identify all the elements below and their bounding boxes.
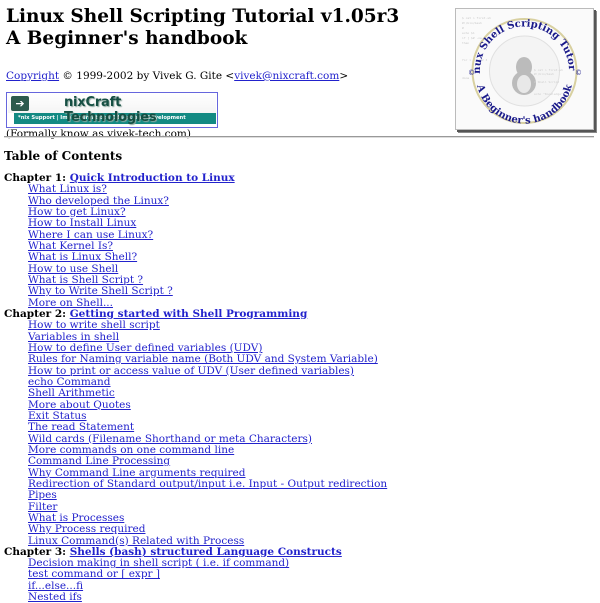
toc-item-link[interactable]: Filter [28,501,57,513]
toc-item-link[interactable]: Pipes [28,489,57,501]
toc-item-link[interactable]: echo Command [28,376,111,388]
table-of-contents: Chapter 1: Quick Introduction to Linux Wh… [4,172,387,603]
chapter-link[interactable]: Getting started with Shell Programming [70,308,308,320]
nixcraft-banner[interactable]: ➔ nixCraft Technologies *nix Support | I… [6,92,218,128]
toc-item-link[interactable]: Variables in shell [28,331,119,343]
email-suffix: > [339,70,349,82]
banner-title: nixCraft Technologies [64,95,157,125]
chapter-label: Chapter 2: [4,307,70,320]
toc-item-link[interactable]: test command or [ expr ] [28,568,160,580]
toc-item-link[interactable]: What Linux is? [28,183,107,195]
copyright-link[interactable]: Copyright [6,70,59,82]
toc-item-link[interactable]: Redirection of Standard output/input i.e… [28,478,387,490]
toc-item-link[interactable]: How to Install Linux [28,217,136,229]
toc-item-link[interactable]: Why Command Line arguments required [28,467,246,479]
toc-item-link[interactable]: How to print or access value of UDV (Use… [28,365,354,377]
svg-text:©: © [575,69,582,77]
svg-text:echo "Knowledge": echo "Knowledge" [534,92,563,96]
toc-item-link[interactable]: The read Statement [28,421,134,433]
toc-item-link[interactable]: Why to Write Shell Script ? [28,285,173,297]
toc-item-link[interactable]: How to use Shell [28,263,118,275]
svg-text:echo $1: echo $1 [462,31,475,35]
arrow-right-icon: ➔ [11,96,29,111]
chapter-link[interactable]: Shells (bash) structured Language Constr… [70,546,342,558]
toc-item-link[interactable]: What Kernel Is? [28,240,113,252]
page-header: Linux Shell Scripting Tutorial v1.05r3 A… [6,6,446,141]
horizontal-rule [4,136,594,138]
copyright-line: Copyright © 1999-2002 by Vivek G. Gite <… [6,70,446,83]
banner-top: ➔ nixCraft Technologies [8,94,216,125]
toc-item-link[interactable]: Command Line Processing [28,455,170,467]
formerly-note: (Formally know as vivek-tech.com) [6,128,191,140]
toc-item-link[interactable]: Rules for Naming variable name (Both UDV… [28,353,378,365]
chapter-label: Chapter 1: [4,172,70,184]
toc-item: Pipes [28,490,387,501]
toc-item-link[interactable]: How to define User defined variables (UD… [28,342,262,354]
toc-item-link[interactable]: More on Shell... [28,297,113,309]
svg-text:then: then [462,41,469,45]
toc-item-link[interactable]: if...else...fi [28,580,83,592]
toc-item-link[interactable]: Where I can use Linux? [28,229,153,241]
toc-item: Redirection of Standard output/input i.e… [28,478,387,490]
email-link[interactable]: vivek@nixcraft.com [234,70,339,82]
svg-text:#: # [462,26,464,30]
toc-item-link[interactable]: More commands on one command line [28,444,234,456]
toc-item-link[interactable]: More about Quotes [28,399,131,411]
title-line-2: A Beginner's handbook [6,28,248,49]
cover-seal-icon: $ cat > first.sh #!/bin/bash # echo $1 i… [456,9,582,127]
chapter-label: Chapter 3: [4,545,70,558]
svg-text:$ cat > first.sh: $ cat > first.sh [462,16,491,20]
copyright-text: © 1999-2002 by Vivek G. Gite < [59,70,235,82]
toc-item-link[interactable]: Linux Command(s) Related with Process [28,535,244,547]
toc-item-link[interactable]: Nested ifs [28,591,82,603]
svg-text:#!/bin/bash: #!/bin/bash [462,21,482,25]
toc-item-link[interactable]: Exit Status [28,410,87,422]
toc-item-link[interactable]: What is Processes [28,512,124,524]
toc-item-link[interactable]: Wild cards (Filename Shorthand or meta C… [28,433,312,445]
chapter-link[interactable]: Quick Introduction to Linux [70,172,235,184]
toc-item-link[interactable]: Decision making in shell script ( i.e. i… [28,557,289,569]
toc-item-link[interactable]: Who developed the Linux? [28,195,169,207]
svg-text:# Shell Script: # Shell Script [534,80,559,84]
title-line-1: Linux Shell Scripting Tutorial v1.05r3 [6,6,400,27]
book-cover-image: $ cat > first.sh #!/bin/bash # echo $1 i… [455,8,594,130]
toc-item: Nested ifs [28,591,387,603]
toc-item-link[interactable]: How to get Linux? [28,206,126,218]
toc-item-link[interactable]: Why Process required [28,523,145,535]
toc-title: Table of Contents [4,149,123,163]
toc-item-link[interactable]: Shell Arithmetic [28,387,115,399]
toc-item-link[interactable]: How to write shell script [28,319,160,331]
page-title: Linux Shell Scripting Tutorial v1.05r3 A… [6,6,446,50]
svg-text:#!/bin/bash: #!/bin/bash [534,72,554,76]
toc-item-link[interactable]: What is Linux Shell? [28,251,137,263]
svg-text:©: © [468,69,475,77]
toc-item-link[interactable]: What is Shell Script ? [28,274,143,286]
